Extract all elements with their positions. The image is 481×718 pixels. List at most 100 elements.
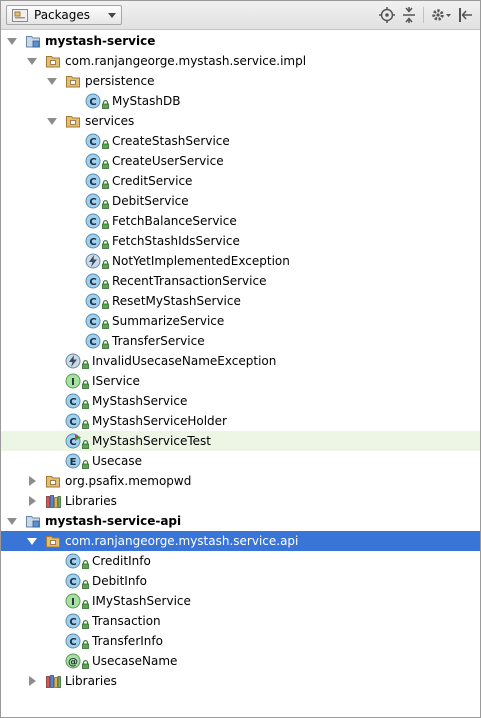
tree-row-creditservice[interactable]: C CreditService [1,171,480,191]
svg-text:C: C [89,177,96,188]
tree-row-org-psafix-memopwd[interactable]: org.psafix.memopwd [1,471,480,491]
svg-text:C: C [69,637,76,648]
class-icon: C [85,233,101,249]
tree-item-label: persistence [85,74,155,88]
enum-icon: E [65,453,81,469]
tree-item-label: InvalidUsecaseNameException [92,354,277,368]
tree-row-libraries[interactable]: Libraries [1,671,480,691]
tree-row-mystash-service[interactable]: mystash-service [1,31,480,51]
expand-arrow-icon[interactable] [27,538,37,545]
collapse-arrow-icon[interactable] [29,496,36,506]
settings-icon[interactable] [430,6,452,24]
svg-text:C: C [89,237,96,248]
tree-row-summarizeservice[interactable]: C SummarizeService [1,311,480,331]
svg-text:C: C [89,217,96,228]
lock-icon [102,318,109,329]
tree-item-label: CreditInfo [92,554,151,568]
svg-text:@: @ [68,657,78,668]
lock-icon [82,398,89,409]
class-icon: C [85,333,101,349]
project-tree[interactable]: mystash-service com.ranjangeorge.mystash.… [1,30,480,717]
lock-icon [102,98,109,109]
tree-item-label: ResetMyStashService [112,294,241,308]
tree-row-fetchstashidsservice[interactable]: C FetchStashIdsService [1,231,480,251]
tree-row-debitservice[interactable]: C DebitService [1,191,480,211]
tree-item-label: CreateStashService [112,134,230,148]
lock-icon [102,298,109,309]
tree-row-notyetimplementedexception[interactable]: NotYetImplementedException [1,251,480,271]
tree-row-libraries[interactable]: Libraries [1,491,480,511]
tree-item-label: TransferService [112,334,205,348]
expand-arrow-icon[interactable] [27,58,37,65]
tree-row-iservice[interactable]: I IService [1,371,480,391]
tree-row-mystashdb[interactable]: C MyStashDB [1,91,480,111]
svg-text:C: C [69,417,76,428]
expand-arrow-icon[interactable] [47,118,57,125]
tree-row-fetchbalanceservice[interactable]: C FetchBalanceService [1,211,480,231]
class-icon: C [85,173,101,189]
view-selector-dropdown[interactable]: Packages [6,5,122,25]
lock-icon [102,238,109,249]
tree-row-persistence[interactable]: persistence [1,71,480,91]
lock-icon [102,278,109,289]
expand-arrow-icon[interactable] [7,518,17,525]
class-icon: C [85,193,101,209]
class-icon: C [85,313,101,329]
tree-item-label: IMyStashService [92,594,191,608]
lock-icon [82,578,89,589]
lock-icon [82,438,89,449]
collapse-arrow-icon[interactable] [29,476,36,486]
lock-icon [82,618,89,629]
hide-icon[interactable] [457,6,473,24]
lock-icon [102,158,109,169]
tree-item-label: MyStashService [92,394,188,408]
tree-item-label: TransferInfo [92,634,163,648]
tree-item-label: NotYetImplementedException [112,254,290,268]
tree-row-transferinfo[interactable]: C TransferInfo [1,631,480,651]
lock-icon [102,178,109,189]
svg-text:C: C [89,97,96,108]
tree-item-label: Libraries [65,674,117,688]
tree-item-label: UsecaseName [92,654,178,668]
tree-row-debitinfo[interactable]: C DebitInfo [1,571,480,591]
class-icon: C [85,273,101,289]
tree-row-createuserservice[interactable]: C CreateUserService [1,151,480,171]
tree-row-mystash-service-api[interactable]: mystash-service-api [1,511,480,531]
tree-item-label: com.ranjangeorge.mystash.service.impl [65,54,307,68]
tree-row-com-ranjangeorge-mystash-service-api[interactable]: com.ranjangeorge.mystash.service.api [1,531,480,551]
tree-row-transferservice[interactable]: C TransferService [1,331,480,351]
lock-icon [102,258,109,269]
class-icon: C [65,633,81,649]
svg-text:C: C [89,197,96,208]
tree-row-transaction[interactable]: C Transaction [1,611,480,631]
tree-row-usecasename[interactable]: @ UsecaseName [1,651,480,671]
lock-icon [82,358,89,369]
tree-item-label: IService [92,374,140,388]
libraries-icon [45,673,61,689]
tree-row-resetmystashservice[interactable]: C ResetMyStashService [1,291,480,311]
tree-row-recenttransactionservice[interactable]: C RecentTransactionService [1,271,480,291]
tree-row-com-ranjangeorge-mystash-service-impl[interactable]: com.ranjangeorge.mystash.service.impl [1,51,480,71]
tree-row-createstashservice[interactable]: C CreateStashService [1,131,480,151]
tree-row-mystashservice[interactable]: C MyStashService [1,391,480,411]
tree-item-label: CreditService [112,174,193,188]
view-selector-label: Packages [34,8,90,22]
lock-icon [82,378,89,389]
tree-row-mystashservicetest[interactable]: C MyStashServiceTest [1,431,480,451]
tree-row-mystashserviceholder[interactable]: C MyStashServiceHolder [1,411,480,431]
collapse-all-icon[interactable] [401,6,417,24]
tree-item-label: FetchBalanceService [112,214,237,228]
tree-row-services[interactable]: services [1,111,480,131]
tree-row-usecase[interactable]: E Usecase [1,451,480,471]
exception-icon [85,253,101,269]
tree-item-label: services [85,114,135,128]
scroll-from-source-icon[interactable] [379,6,395,24]
tree-item-label: CreateUserService [112,154,224,168]
tree-row-imystashservice[interactable]: I IMyStashService [1,591,480,611]
tree-item-label: MyStashServiceTest [92,434,211,448]
collapse-arrow-icon[interactable] [29,676,36,686]
tree-row-invalidusecasenameexception[interactable]: InvalidUsecaseNameException [1,351,480,371]
tree-row-creditinfo[interactable]: C CreditInfo [1,551,480,571]
expand-arrow-icon[interactable] [7,38,17,45]
expand-arrow-icon[interactable] [47,78,57,85]
